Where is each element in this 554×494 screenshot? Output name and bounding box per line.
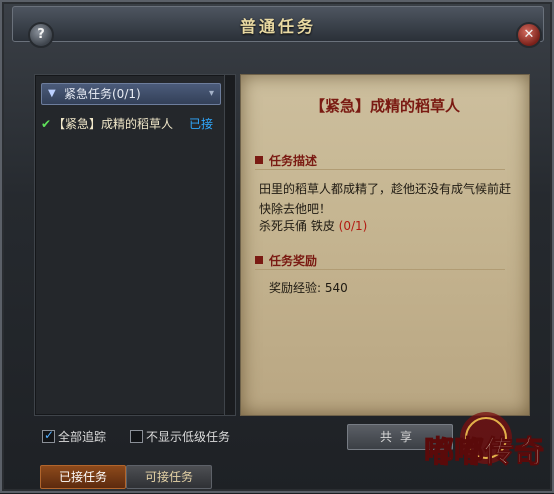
desc-header: 任务描述: [255, 153, 505, 170]
quest-title: 【紧急】成精的稻草人: [309, 97, 460, 115]
quest-status: 已接: [188, 117, 213, 131]
reward-exp: 奖励经验: 540: [269, 281, 348, 295]
hide-low-label: 不显示低级任务: [146, 430, 231, 444]
game-logo: 嘟嘟传奇: [416, 400, 552, 490]
quest-description: 田里的稻草人都成精了，趁他还没有成气候前赶快除去他吧！: [259, 182, 512, 216]
window-title: 普通任务: [239, 17, 316, 36]
scrollbar[interactable]: [224, 74, 236, 416]
bullet-icon: [255, 156, 263, 164]
chevron-down-icon: ▼: [48, 88, 56, 99]
bullet-icon: [255, 256, 263, 264]
track-all-checkbox[interactable]: ✓: [42, 428, 55, 443]
title-bar: 普通任务: [12, 6, 544, 42]
tab-accepted[interactable]: 已接任务: [40, 465, 126, 489]
quest-window: 普通任务 ? ✕ ▼ 紧急任务(0/1) ▾ ✔ 【紧急】成精的稻草人 已接 【…: [0, 0, 554, 493]
help-icon[interactable]: ?: [28, 22, 54, 48]
logo-text: 嘟嘟传奇: [424, 435, 544, 470]
check-icon: ✓: [44, 428, 55, 442]
check-icon: ✔: [41, 117, 52, 131]
objective-count: (0/1): [338, 219, 368, 233]
quest-list-panel: ▼ 紧急任务(0/1) ▾ ✔ 【紧急】成精的稻草人 已接: [34, 74, 226, 416]
quest-list-item[interactable]: ✔ 【紧急】成精的稻草人 已接: [41, 115, 219, 133]
close-icon[interactable]: ✕: [516, 22, 542, 48]
tab-available[interactable]: 可接任务: [126, 465, 212, 489]
reward-header: 任务奖励: [255, 253, 505, 270]
quest-detail-panel: 【紧急】成精的稻草人 任务描述 田里的稻草人都成精了，趁他还没有成气候前赶快除去…: [240, 74, 530, 416]
track-all-label: 全部追踪: [58, 430, 107, 444]
quest-objective: 杀死兵俑 铁皮 (0/1): [259, 219, 368, 233]
quest-name: 【紧急】成精的稻草人: [53, 117, 174, 131]
hide-low-checkbox[interactable]: [130, 430, 143, 443]
category-urgent[interactable]: ▼ 紧急任务(0/1) ▾: [41, 83, 221, 105]
expand-arrow-icon: ▾: [208, 88, 214, 99]
category-label: 紧急任务(0/1): [64, 87, 141, 101]
